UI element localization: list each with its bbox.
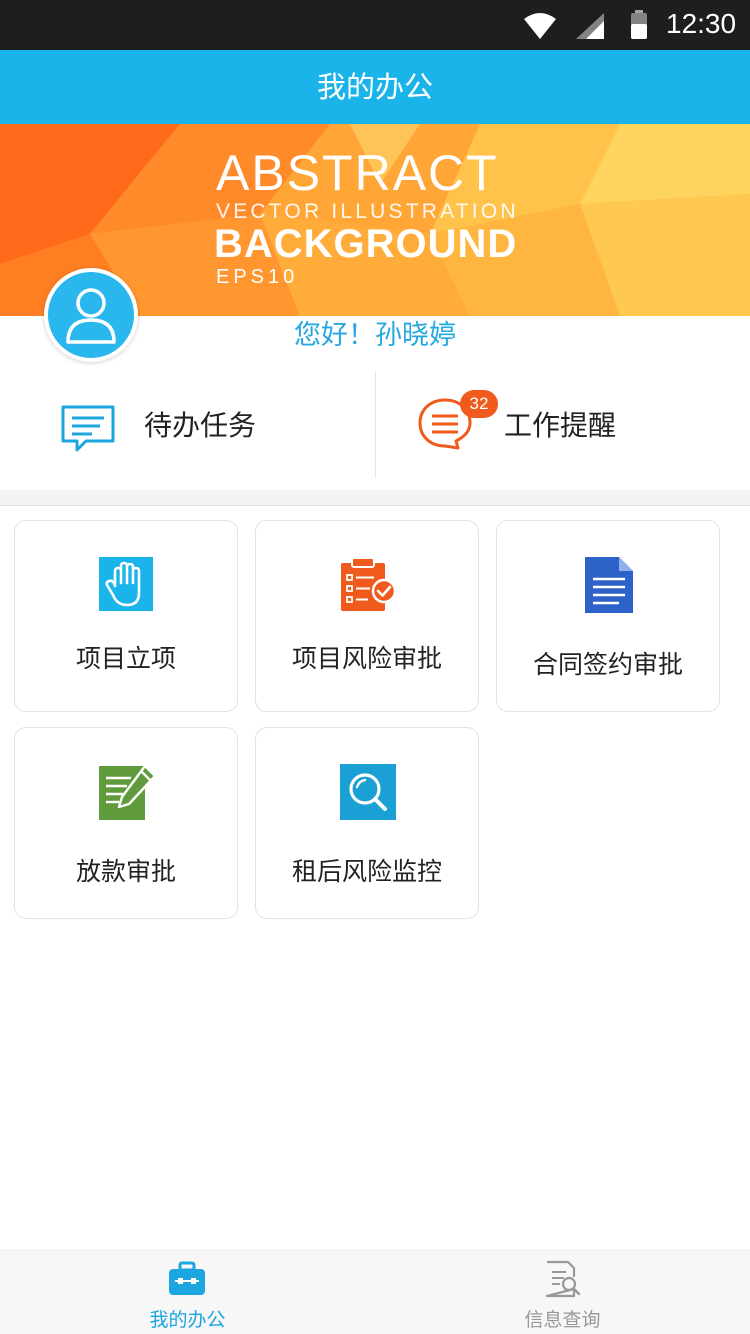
module-project-initiation[interactable]: 项目立项: [14, 520, 238, 712]
banner-heading: BACKGROUND: [214, 222, 518, 266]
document-icon: [585, 557, 633, 613]
module-label: 租后风险监控: [291, 857, 442, 886]
message-icon: [61, 405, 115, 452]
bottom-nav: 我的办公 信息查询: [0, 1250, 750, 1334]
module-project-risk-approval[interactable]: 项目风险审批: [255, 520, 479, 712]
module-loan-approval[interactable]: 放款审批: [14, 727, 238, 919]
status-bar: 12:30: [0, 0, 750, 50]
banner-caption: EPS10: [216, 266, 299, 288]
hand-icon: [99, 557, 153, 611]
module-post-lease-risk-monitoring[interactable]: 租后风险监控: [255, 727, 479, 919]
module-contract-approval[interactable]: 合同签约审批: [496, 520, 720, 712]
todo-tasks-label: 待办任务: [144, 409, 257, 442]
banner-title: ABSTRACT: [216, 145, 499, 201]
module-label: 合同签约审批: [532, 650, 683, 679]
work-reminder-button[interactable]: 工作提醒: [376, 372, 750, 480]
nav-label: 我的办公: [149, 1309, 226, 1331]
document-search-icon: [545, 1260, 581, 1298]
work-reminder-label: 工作提醒: [504, 409, 617, 442]
status-time: 12:30: [666, 8, 737, 39]
module-label: 项目立项: [75, 644, 176, 673]
user-greeting: 您好！孙晓婷: [294, 320, 456, 351]
nav-label: 信息查询: [524, 1309, 601, 1331]
task-row: 待办任务 工作提醒: [0, 372, 750, 480]
section-separator: [0, 490, 750, 506]
nav-item-my-office[interactable]: 我的办公: [0, 1251, 375, 1334]
battery-icon: [631, 10, 647, 39]
search-icon: [340, 764, 396, 820]
briefcase-icon: [169, 1261, 205, 1295]
banner-subtitle: VECTOR ILLUSTRATION: [216, 200, 519, 223]
signal-icon: [576, 13, 604, 39]
todo-tasks-button[interactable]: 待办任务: [0, 372, 375, 480]
nav-item-info-query[interactable]: 信息查询: [375, 1251, 750, 1334]
page-title: 我的办公: [0, 50, 750, 124]
module-label: 项目风险审批: [291, 644, 442, 673]
module-label: 放款审批: [75, 857, 176, 886]
wifi-icon: [524, 13, 556, 39]
edit-document-icon: [99, 764, 157, 820]
clipboard-check-icon: [341, 557, 397, 611]
notification-badge: 32: [460, 390, 498, 418]
